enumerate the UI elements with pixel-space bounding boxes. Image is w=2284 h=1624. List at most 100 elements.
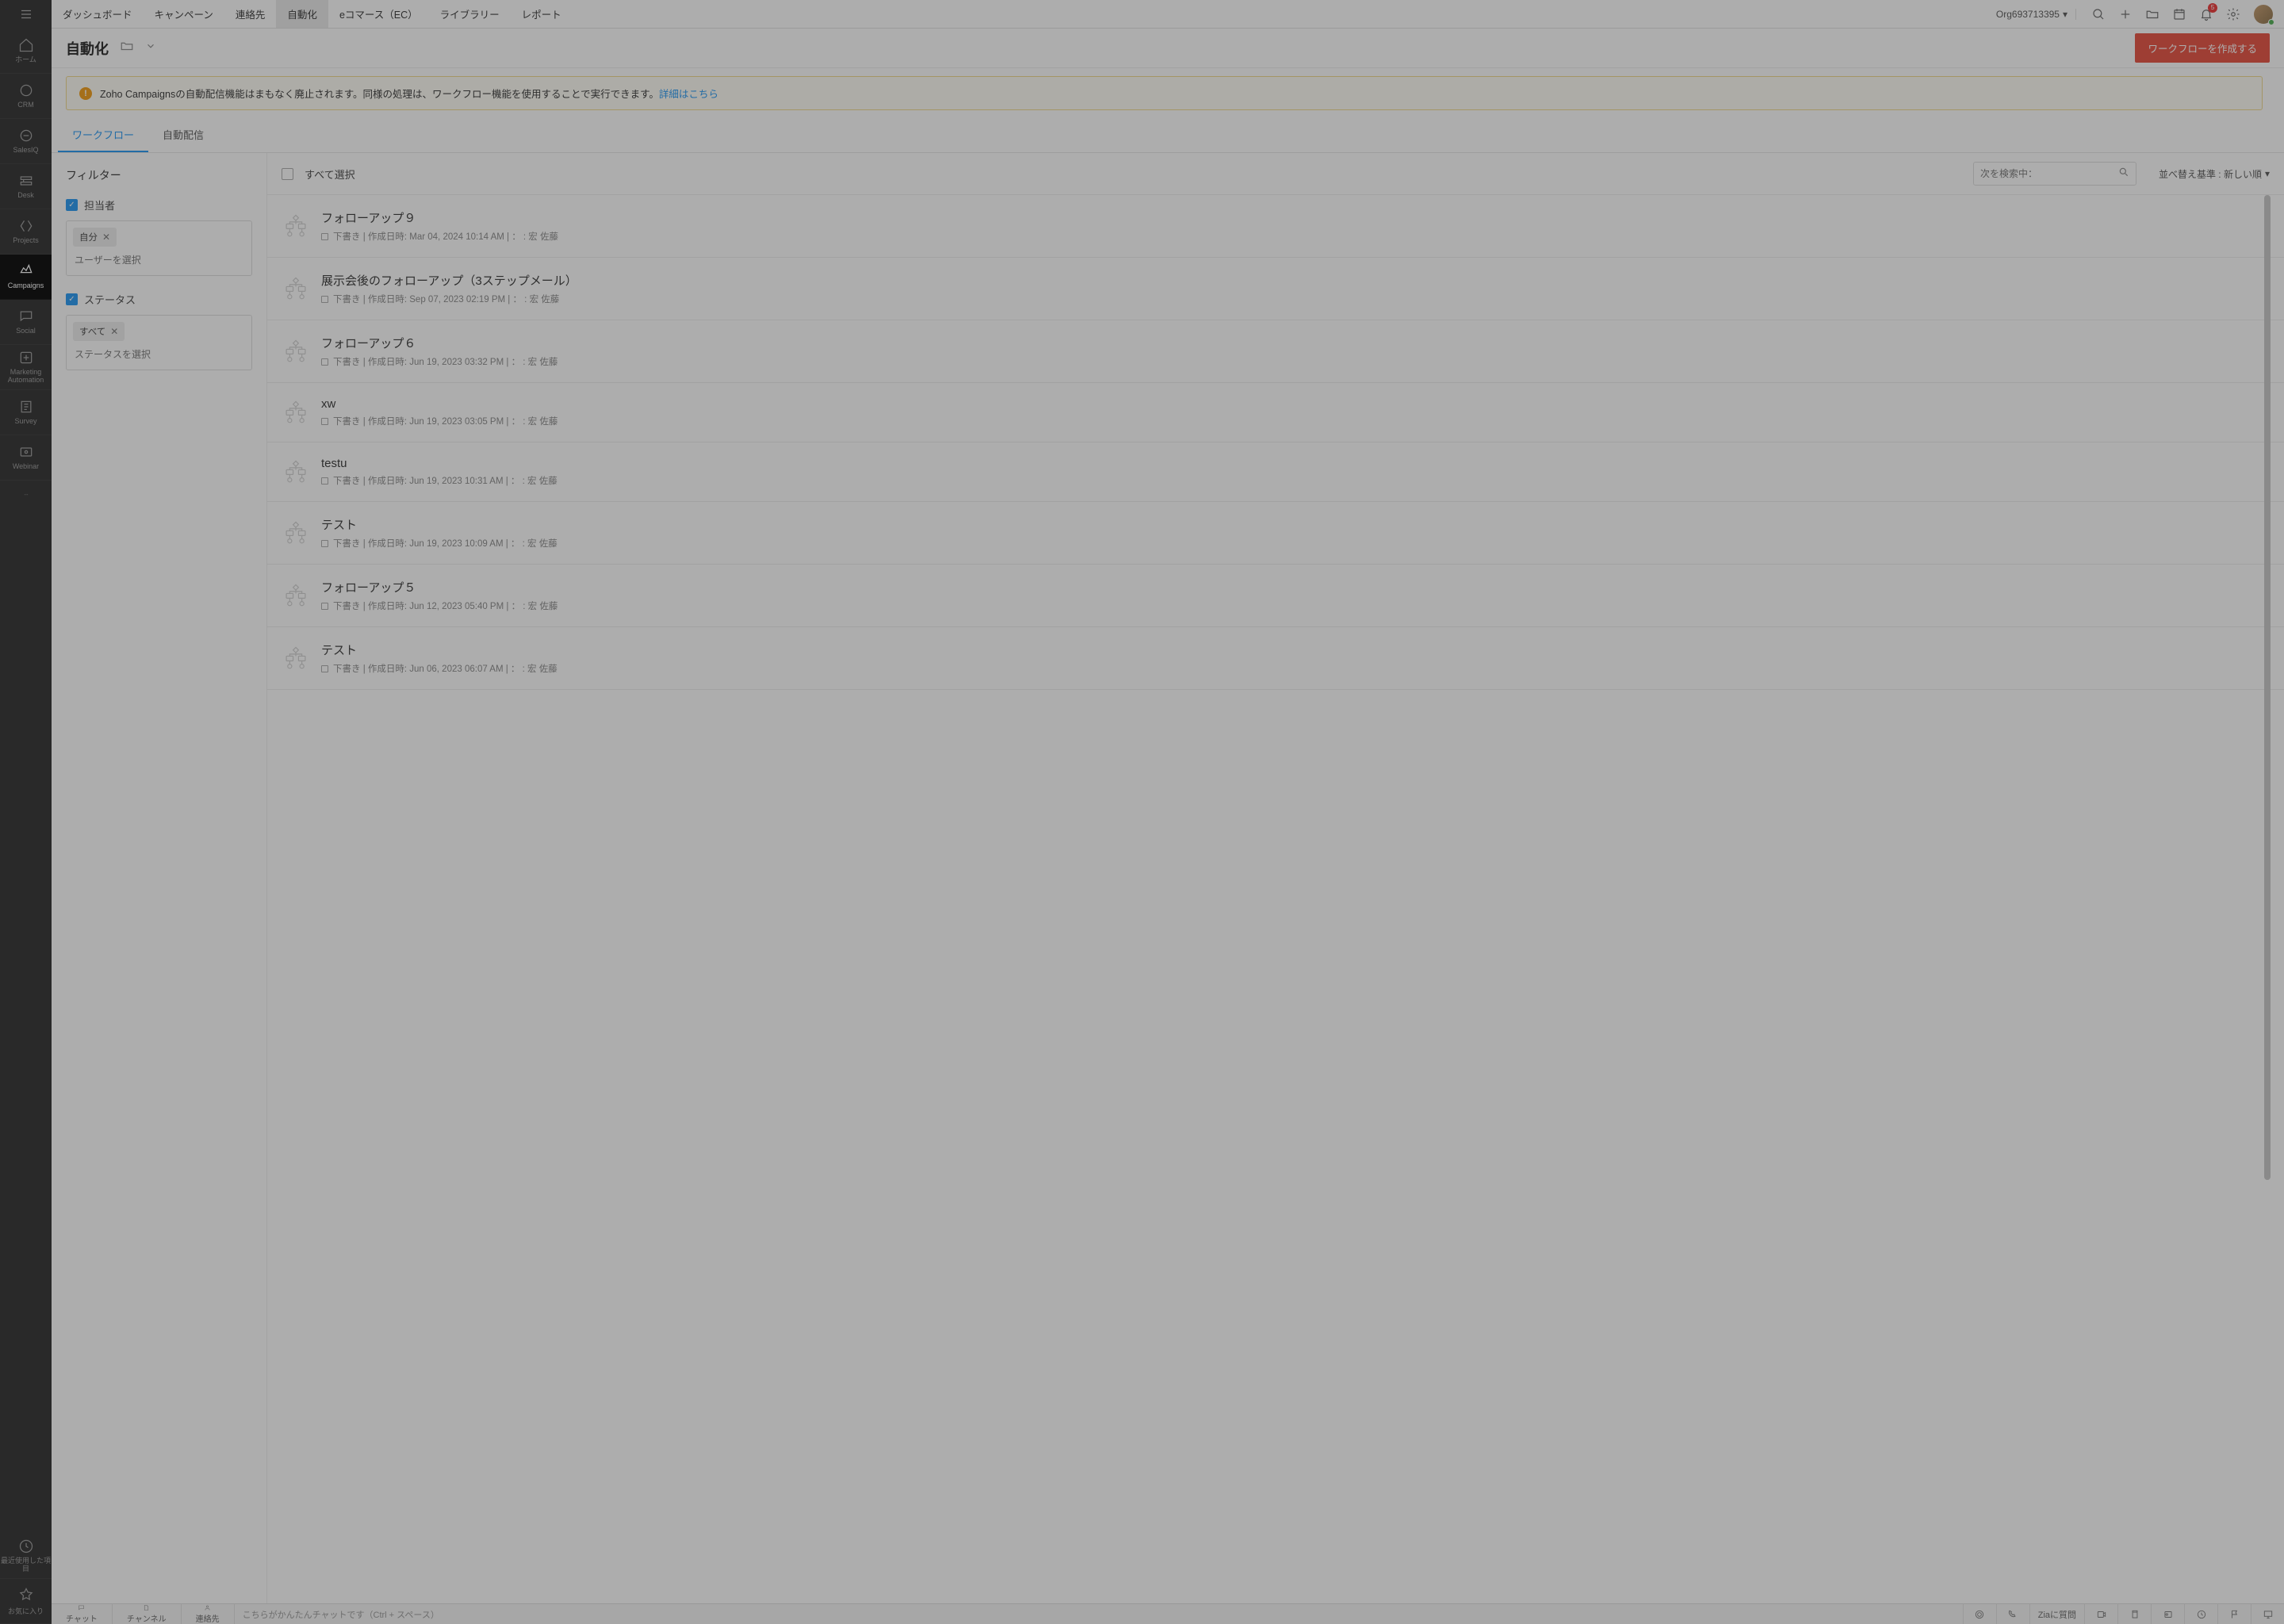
- bottom-channel-tab[interactable]: チャンネル: [113, 1604, 182, 1624]
- nav-tabs: ダッシュボードキャンペーン連絡先自動化eコマース（EC）ライブラリーレポート: [52, 0, 573, 28]
- workflow-item[interactable]: テスト 下書き | 作成日時: Jun 06, 2023 06:07 AM | …: [267, 627, 2284, 690]
- sidebar-item-marketing-automation[interactable]: Marketing Automation: [0, 345, 52, 390]
- status-label: ステータス: [84, 292, 136, 307]
- top-header: ダッシュボードキャンペーン連絡先自動化eコマース（EC）ライブラリーレポート O…: [52, 0, 2284, 29]
- history-icon[interactable]: [2184, 1604, 2217, 1624]
- sidebar-item-projects[interactable]: Projects: [0, 209, 52, 255]
- sidebar-item-salesiq[interactable]: SalesIQ: [0, 119, 52, 164]
- workflow-meta: 下書き | 作成日時: Jun 19, 2023 10:09 AM | ： : …: [321, 537, 2270, 550]
- plus-icon[interactable]: [2114, 3, 2136, 25]
- notice-link[interactable]: 詳細はこちら: [659, 89, 719, 100]
- nav-tab[interactable]: キャンペーン: [144, 0, 224, 28]
- org-switcher[interactable]: Org693713395 ▾: [1996, 9, 2076, 20]
- nav-tab[interactable]: レポート: [511, 0, 573, 28]
- scrollbar[interactable]: [2264, 195, 2271, 1602]
- nav-tab[interactable]: eコマース（EC）: [328, 0, 429, 28]
- workflow-list: フォローアップ９ 下書き | 作成日時: Mar 04, 2024 10:14 …: [267, 195, 2284, 1603]
- flag-icon[interactable]: [2217, 1604, 2251, 1624]
- workflow-title: testu: [321, 457, 2270, 470]
- close-icon[interactable]: ✕: [102, 232, 110, 243]
- bottom-chat-label: チャット: [66, 1612, 98, 1624]
- workflow-title: フォローアップ６: [321, 335, 2270, 351]
- sidebar-item-label: ホーム: [13, 56, 38, 64]
- nav-tab[interactable]: ダッシュボード: [52, 0, 144, 28]
- status-box-icon: [321, 665, 328, 672]
- status-box-icon: [321, 296, 328, 303]
- workflow-icon: [282, 212, 310, 240]
- bottom-bar: チャット チャンネル 連絡先 こちらがかんたんチャットです（Ctrl + スペー…: [52, 1603, 2284, 1624]
- workflow-icon: [282, 519, 310, 547]
- status-box-icon: [321, 540, 328, 547]
- search-icon[interactable]: [2118, 167, 2129, 182]
- status-checkbox[interactable]: [66, 293, 78, 305]
- search-input[interactable]: [1980, 168, 2118, 179]
- assignee-checkbox[interactable]: [66, 199, 78, 211]
- bottom-chat-input[interactable]: こちらがかんたんチャットです（Ctrl + スペース）: [235, 1604, 1963, 1624]
- search-icon[interactable]: [2087, 3, 2110, 25]
- sidebar-item-webinar[interactable]: Webinar: [0, 435, 52, 481]
- sidebar-item-social[interactable]: Social: [0, 300, 52, 345]
- workflow-title: フォローアップ９: [321, 209, 2270, 226]
- select-all-checkbox[interactable]: [282, 168, 293, 180]
- zia-button[interactable]: Ziaに質問: [2029, 1604, 2084, 1624]
- sub-tab[interactable]: 自動配信: [148, 117, 218, 152]
- workflow-item[interactable]: フォローアップ５ 下書き | 作成日時: Jun 12, 2023 05:40 …: [267, 565, 2284, 627]
- calendar-icon[interactable]: [2168, 3, 2190, 25]
- copy-icon[interactable]: [2117, 1604, 2151, 1624]
- nav-tab[interactable]: ライブラリー: [429, 0, 511, 28]
- nav-tab[interactable]: 連絡先: [224, 0, 277, 28]
- filter-panel: フィルター 担当者 自分 ✕ ステータス: [52, 153, 267, 1603]
- notifications-icon[interactable]: 5: [2195, 3, 2217, 25]
- phone-icon[interactable]: [1996, 1604, 2029, 1624]
- sidebar-item-survey[interactable]: Survey: [0, 390, 52, 435]
- sub-tab[interactable]: ワークフロー: [58, 117, 148, 152]
- sidebar-item-label: Marketing Automation: [0, 369, 52, 385]
- chevron-down-icon[interactable]: [145, 40, 156, 56]
- status-input[interactable]: [73, 346, 245, 363]
- status-box-icon: [321, 233, 328, 240]
- sidebar-more[interactable]: [0, 481, 52, 512]
- avatar[interactable]: [2254, 5, 2273, 24]
- sidebar-recent[interactable]: 最近使用した項目: [0, 1534, 52, 1579]
- badge-icon[interactable]: [2151, 1604, 2184, 1624]
- workflow-item[interactable]: フォローアップ９ 下書き | 作成日時: Mar 04, 2024 10:14 …: [267, 195, 2284, 258]
- camera-icon[interactable]: [2084, 1604, 2117, 1624]
- bottom-contacts-label: 連絡先: [196, 1612, 220, 1624]
- assignee-chip: 自分 ✕: [73, 228, 117, 247]
- sidebar-item-campaigns[interactable]: Campaigns: [0, 255, 52, 300]
- folder-open-icon[interactable]: [2141, 3, 2163, 25]
- workflow-title: テスト: [321, 516, 2270, 533]
- status-box-icon: [321, 358, 328, 366]
- assignee-input[interactable]: [73, 251, 245, 269]
- folder-icon[interactable]: [120, 39, 134, 57]
- workflow-icon: [282, 274, 310, 303]
- workflow-icon: [282, 644, 310, 672]
- sort-dropdown[interactable]: 並べ替え基準 : 新しい順 ▾: [2159, 167, 2270, 181]
- nav-tab[interactable]: 自動化: [276, 0, 328, 28]
- page-header: 自動化 ワークフローを作成する: [52, 29, 2284, 68]
- workflow-item[interactable]: テスト 下書き | 作成日時: Jun 19, 2023 10:09 AM | …: [267, 502, 2284, 565]
- workflow-item[interactable]: フォローアップ６ 下書き | 作成日時: Jun 19, 2023 03:32 …: [267, 320, 2284, 383]
- sidebar-item-desk[interactable]: Desk: [0, 164, 52, 209]
- workflow-item[interactable]: 展示会後のフォローアップ（3ステップメール） 下書き | 作成日時: Sep 0…: [267, 258, 2284, 320]
- workflow-meta: 下書き | 作成日時: Sep 07, 2023 02:19 PM | ： : …: [321, 293, 2270, 305]
- sidebar-item-crm[interactable]: CRM: [0, 74, 52, 119]
- sidebar-favorites[interactable]: お気に入り: [0, 1579, 52, 1624]
- workflow-item[interactable]: xw 下書き | 作成日時: Jun 19, 2023 03:05 PM | ：…: [267, 383, 2284, 442]
- record-icon[interactable]: [1963, 1604, 1996, 1624]
- status-filter-box: すべて ✕: [66, 315, 252, 370]
- sidebar-item-ホーム[interactable]: ホーム: [0, 29, 52, 74]
- gear-icon[interactable]: [2222, 3, 2244, 25]
- create-workflow-button[interactable]: ワークフローを作成する: [2135, 33, 2270, 63]
- close-icon[interactable]: ✕: [110, 326, 118, 337]
- status-chip: すべて ✕: [73, 322, 125, 341]
- bottom-chat-tab[interactable]: チャット: [52, 1604, 113, 1624]
- bottom-contacts-tab[interactable]: 連絡先: [182, 1604, 235, 1624]
- workflow-meta: 下書き | 作成日時: Jun 12, 2023 05:40 PM | ： : …: [321, 599, 2270, 612]
- workflow-item[interactable]: testu 下書き | 作成日時: Jun 19, 2023 10:31 AM …: [267, 442, 2284, 502]
- hamburger-menu[interactable]: [0, 0, 52, 29]
- scrollbar-thumb[interactable]: [2264, 195, 2271, 1180]
- sidebar-recent-label: 最近使用した項目: [0, 1557, 52, 1573]
- workflow-meta: 下書き | 作成日時: Jun 19, 2023 03:32 PM | ： : …: [321, 355, 2270, 368]
- monitor-icon[interactable]: [2251, 1604, 2284, 1624]
